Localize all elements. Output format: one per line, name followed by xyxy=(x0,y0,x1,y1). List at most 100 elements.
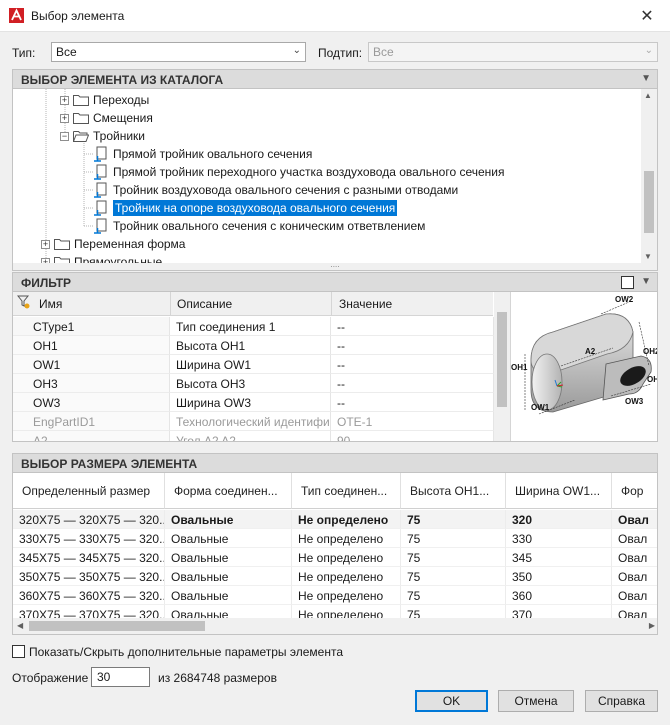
collapse-icon[interactable]: − xyxy=(60,131,69,141)
filter-toggle-checkbox[interactable] xyxy=(621,276,634,289)
size-table-cell[interactable]: 345 xyxy=(506,548,612,567)
size-table-cell[interactable]: 360 xyxy=(506,586,612,605)
preview-label: A2 xyxy=(585,347,596,356)
filter-cell-value[interactable]: -- xyxy=(331,317,494,336)
size-table-cell[interactable]: 330X75 — 330X75 — 320... xyxy=(13,529,165,548)
size-table-cell[interactable]: Овал xyxy=(612,510,657,529)
size-table-cell[interactable]: 330 xyxy=(506,529,612,548)
size-col-header[interactable]: Высота OH1... xyxy=(401,473,506,509)
expand-icon[interactable]: + xyxy=(41,239,50,249)
scroll-down-icon[interactable]: ▼ xyxy=(644,252,652,261)
tree-item-rectangular[interactable]: + Прямоугольные xyxy=(41,253,162,263)
size-table-cell[interactable]: Не определено xyxy=(292,529,401,548)
catalog-tree[interactable]: + Переходы + Смещения − Тройники Прямой … xyxy=(12,89,658,263)
tree-item-variable-shape[interactable]: + Переменная форма xyxy=(41,235,185,253)
size-col-header[interactable]: Ширина OW1... xyxy=(506,473,612,509)
size-table-cell[interactable]: Овальные xyxy=(165,510,292,529)
size-table-cell[interactable]: 360X75 — 360X75 — 320... xyxy=(13,586,165,605)
catalog-header[interactable]: ВЫБОР ЭЛЕМЕНТА ИЗ КАТАЛОГА ▼ xyxy=(12,69,658,89)
col-description[interactable]: Описание xyxy=(177,297,232,311)
filter-cell-desc: Тип соединения 1 xyxy=(170,317,331,336)
tree-item-part[interactable]: Прямой тройник переходного участка возду… xyxy=(93,163,505,181)
size-table-cell[interactable]: Не определено xyxy=(292,510,401,529)
size-table-cell[interactable]: Овальные xyxy=(165,567,292,586)
size-table-cell[interactable]: Овал xyxy=(612,567,657,586)
filter-cell-value[interactable]: -- xyxy=(331,374,494,393)
size-table-cell[interactable]: 345X75 — 345X75 — 320... xyxy=(13,548,165,567)
size-table-cell[interactable]: Овальные xyxy=(165,529,292,548)
size-table-cell[interactable]: 75 xyxy=(401,529,506,548)
part-icon xyxy=(94,182,107,198)
size-table-cell[interactable]: 320X75 — 320X75 — 320... xyxy=(13,510,165,529)
tree-item-label: Тройник воздуховода овального сечения с … xyxy=(113,183,459,197)
show-params-label[interactable]: Показать/Скрыть дополнительные параметры… xyxy=(29,645,343,659)
filter-cell-value[interactable]: OTE-1 xyxy=(331,412,494,431)
size-table-cell[interactable]: 350 xyxy=(506,567,612,586)
tree-item-label: Тройник на опоре воздуховода овального с… xyxy=(111,199,399,217)
size-table-cell[interactable]: 75 xyxy=(401,586,506,605)
filter-scrollbar[interactable] xyxy=(494,292,510,441)
cancel-button[interactable]: Отмена xyxy=(498,690,574,712)
display-count-input[interactable]: 30 xyxy=(91,667,150,687)
size-col-header[interactable]: Определенный размер xyxy=(13,473,165,509)
tree-item-part[interactable]: Прямой тройник овального сечения xyxy=(93,145,312,163)
size-table-cell[interactable]: 350X75 — 350X75 — 320... xyxy=(13,567,165,586)
tree-item-label: Смещения xyxy=(93,111,153,125)
size-table-cell[interactable]: Овал xyxy=(612,586,657,605)
filter-cell-value[interactable]: 90 xyxy=(331,431,494,441)
size-table-cell[interactable]: Не определено xyxy=(292,586,401,605)
folder-open-icon xyxy=(73,131,89,142)
scroll-up-icon[interactable]: ▲ xyxy=(644,91,652,100)
tree-item-tees[interactable]: − Тройники xyxy=(60,127,145,145)
tree-scroll-thumb[interactable] xyxy=(644,171,654,233)
col-name[interactable]: Имя xyxy=(39,297,62,311)
tree-item-part-selected[interactable]: Тройник на опоре воздуховода овального с… xyxy=(93,199,399,217)
filter-cell-value[interactable]: -- xyxy=(331,393,494,412)
expand-icon[interactable]: + xyxy=(60,95,69,105)
ok-button[interactable]: OK xyxy=(415,690,488,712)
size-table-cell[interactable]: 75 xyxy=(401,567,506,586)
filter-cell-desc: Высота OH1 xyxy=(170,336,331,355)
close-button[interactable]: ✕ xyxy=(624,0,670,32)
size-hscrollbar[interactable]: ◀ ▶ xyxy=(13,618,657,634)
size-table-cell[interactable]: Овал xyxy=(612,529,657,548)
size-col-header[interactable]: Фор xyxy=(612,473,657,509)
filter-funnel-icon[interactable] xyxy=(17,295,31,309)
size-hscroll-thumb[interactable] xyxy=(29,621,205,631)
filter-header[interactable]: ФИЛЬТР ▼ xyxy=(12,272,658,292)
window-title: Выбор элемента xyxy=(31,9,125,23)
size-table-cell[interactable]: Овал xyxy=(612,548,657,567)
autocad-logo-icon xyxy=(9,8,24,23)
size-table-cell[interactable]: Овальные xyxy=(165,548,292,567)
show-params-checkbox[interactable] xyxy=(12,645,25,658)
subtype-label: Подтип: xyxy=(318,46,363,60)
panel-splitter[interactable]: .... xyxy=(12,261,658,271)
filter-scroll-thumb[interactable] xyxy=(497,312,507,407)
expand-icon[interactable]: + xyxy=(60,113,69,123)
folder-icon xyxy=(54,257,70,263)
size-table-cell[interactable]: Овальные xyxy=(165,586,292,605)
tree-item-part[interactable]: Тройник овального сечения с коническим о… xyxy=(93,217,425,235)
type-select[interactable]: Все ⌄ xyxy=(51,42,306,62)
scroll-left-icon[interactable]: ◀ xyxy=(17,621,23,630)
tree-item-part[interactable]: Тройник воздуховода овального сечения с … xyxy=(93,181,458,199)
folder-icon xyxy=(54,239,70,250)
filter-cell-desc: Угол A2 A2 xyxy=(170,431,331,441)
tree-scrollbar[interactable]: ▲ ▼ xyxy=(641,89,657,263)
subtype-select[interactable]: Все ⌄ xyxy=(368,42,658,62)
tree-item-transitions[interactable]: + Переходы xyxy=(60,91,149,109)
filter-cell-value[interactable]: -- xyxy=(331,355,494,374)
size-table-cell[interactable]: 320 xyxy=(506,510,612,529)
filter-cell-value[interactable]: -- xyxy=(331,336,494,355)
size-table-cell[interactable]: 75 xyxy=(401,548,506,567)
scroll-right-icon[interactable]: ▶ xyxy=(649,621,655,630)
size-table-cell[interactable]: Не определено xyxy=(292,548,401,567)
col-value[interactable]: Значение xyxy=(339,297,392,311)
size-table-cell[interactable]: Не определено xyxy=(292,567,401,586)
tree-item-offsets[interactable]: + Смещения xyxy=(60,109,153,127)
size-col-header[interactable]: Форма соединен... xyxy=(165,473,292,509)
chevron-down-icon: ⌄ xyxy=(644,45,653,56)
size-table-cell[interactable]: 75 xyxy=(401,510,506,529)
size-col-header[interactable]: Тип соединен... xyxy=(292,473,401,509)
help-button[interactable]: Справка xyxy=(585,690,658,712)
